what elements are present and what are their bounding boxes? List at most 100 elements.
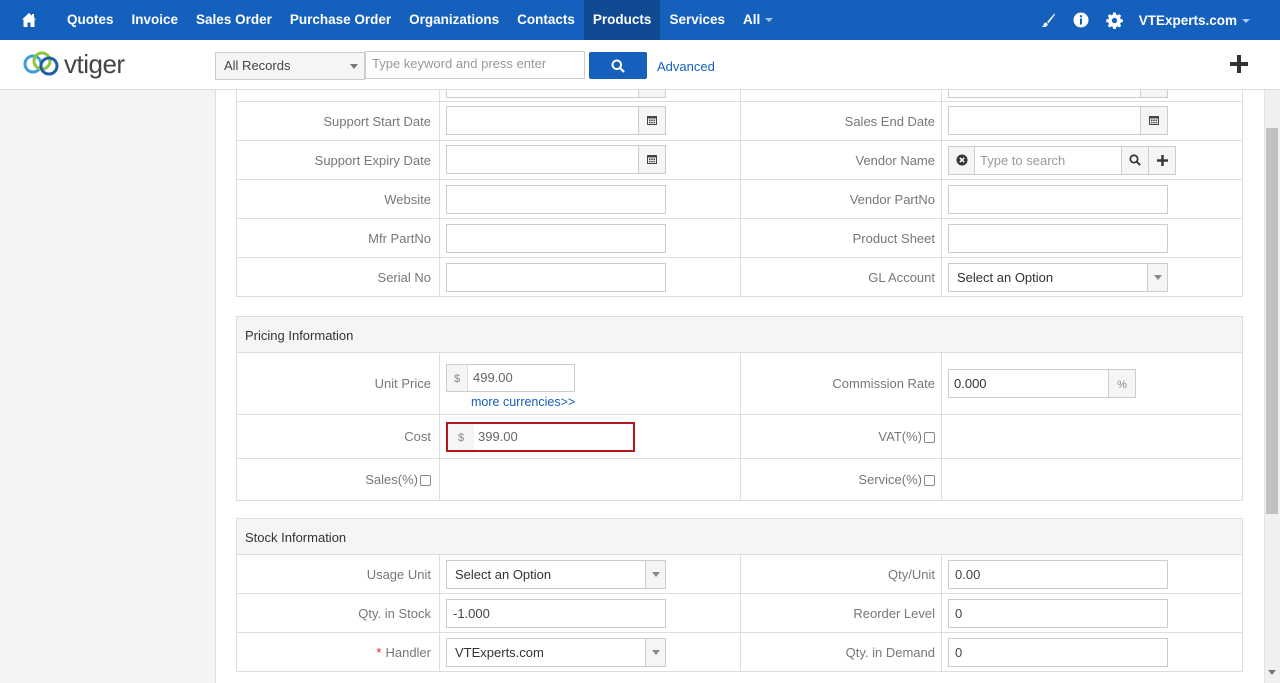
scrollbar-thumb[interactable] [1266, 128, 1278, 514]
usage-unit-select[interactable]: Select an Option [446, 559, 666, 589]
gl-account-value: Select an Option [957, 269, 1054, 285]
gear-icon[interactable] [1098, 0, 1131, 40]
nav-products[interactable]: Products [583, 0, 661, 40]
global-search-input[interactable]: Type keyword and press enter [365, 51, 585, 79]
gl-account-select[interactable]: Select an Option [948, 262, 1168, 292]
pricing-table: Unit Price $499.00 more currencies>> Com… [236, 352, 1243, 501]
website-label: Website [236, 179, 440, 219]
scroll-down-arrow-icon[interactable] [1268, 670, 1276, 675]
add-record-plus-icon[interactable] [1228, 53, 1250, 75]
more-currencies-link[interactable]: more currencies>> [471, 395, 740, 409]
gl-account-label: GL Account [740, 257, 942, 297]
commission-rate-value: 0.000 [954, 376, 987, 391]
nav-all-label: All [743, 12, 761, 27]
previous-date-field[interactable] [446, 90, 666, 98]
previous-date-field[interactable] [948, 90, 1168, 98]
usage-unit-label: Usage Unit [236, 554, 440, 594]
nav-sales-order[interactable]: Sales Order [187, 0, 281, 40]
vendor-name-field: Type to search [948, 145, 1176, 175]
qty-unit-input[interactable]: 0.00 [948, 559, 1168, 589]
nav-purchase-order[interactable]: Purchase Order [281, 0, 400, 40]
vendor-name-label: Vendor Name [740, 140, 942, 180]
vendor-search-input[interactable]: Type to search [975, 147, 1121, 174]
required-marker: * [376, 644, 382, 660]
brush-icon[interactable] [1032, 0, 1065, 40]
records-filter-value: All Records [224, 58, 291, 73]
serial-no-input[interactable] [446, 262, 666, 292]
cost-field[interactable]: $399.00 [446, 421, 635, 452]
dropdown-arrow-icon [645, 638, 665, 666]
calendar-icon[interactable] [1140, 106, 1167, 134]
support-start-date-label: Support Start Date [236, 101, 440, 141]
usage-unit-value: Select an Option [455, 566, 552, 582]
commission-rate-field[interactable]: 0.000% [948, 369, 1136, 398]
home-icon[interactable] [0, 0, 58, 40]
nav-all-menu[interactable]: All [734, 0, 782, 40]
nav-organizations[interactable]: Organizations [400, 0, 508, 40]
clear-vendor-icon[interactable] [949, 146, 975, 174]
handler-value: VTExperts.com [455, 644, 544, 660]
top-navigation-bar: Quotes Invoice Sales Order Purchase Orde… [0, 0, 1280, 40]
dropdown-arrow-icon [1147, 263, 1167, 291]
calendar-icon[interactable] [638, 145, 665, 173]
mfr-partno-label: Mfr PartNo [236, 218, 440, 258]
nav-invoice[interactable]: Invoice [123, 0, 188, 40]
cost-label: Cost [236, 414, 440, 459]
cost-value: 399.00 [478, 428, 518, 444]
nav-services[interactable]: Services [660, 0, 734, 40]
service-tax-checkbox[interactable] [924, 475, 935, 487]
dropdown-arrow-icon [350, 64, 358, 69]
search-button[interactable] [589, 52, 647, 79]
handler-select[interactable]: VTExperts.com [446, 637, 666, 667]
vendor-partno-label: Vendor PartNo [740, 179, 942, 219]
nav-quotes[interactable]: Quotes [58, 0, 123, 40]
search-icon [611, 59, 625, 73]
chevron-down-icon [1242, 18, 1250, 23]
vat-checkbox[interactable] [924, 432, 935, 444]
currency-symbol: $ [447, 364, 468, 391]
reorder-level-input[interactable]: 0 [948, 598, 1168, 628]
qty-in-stock-input[interactable]: -1.000 [446, 598, 666, 628]
stock-table: Usage Unit Select an Option Qty/Unit 0.0… [236, 554, 1243, 672]
sales-tax-checkbox[interactable] [420, 475, 431, 487]
support-expiry-date-field[interactable] [446, 144, 666, 174]
vendor-partno-input[interactable] [948, 184, 1168, 214]
product-edit-form: Support Start Date Sales End Date Suppor… [216, 90, 1264, 683]
unit-price-value: 499.00 [473, 369, 513, 385]
vat-label: VAT(%) [878, 429, 922, 444]
add-vendor-plus-icon[interactable] [1148, 146, 1175, 174]
reorder-level-label: Reorder Level [740, 593, 942, 633]
records-filter-select[interactable]: All Records [215, 52, 365, 80]
website-input[interactable] [446, 184, 666, 214]
currency-symbol: $ [448, 423, 474, 450]
handler-label: Handler [385, 644, 431, 660]
qty-in-demand-input[interactable]: 0 [948, 637, 1168, 667]
dropdown-arrow-icon [645, 560, 665, 588]
user-name: VTExperts.com [1138, 12, 1237, 28]
unit-price-field[interactable]: $499.00 [446, 363, 575, 392]
pricing-section-header: Pricing Information [236, 316, 1243, 352]
commission-rate-label: Commission Rate [740, 352, 942, 415]
logo-text: vtiger [64, 48, 125, 79]
vtiger-logo[interactable]: vtiger [22, 48, 125, 80]
search-bar: vtiger All Records Type keyword and pres… [0, 40, 1280, 90]
sales-tax-label: Sales(%) [365, 472, 418, 487]
sales-end-date-label: Sales End Date [740, 101, 942, 141]
stock-section-header: Stock Information [236, 518, 1243, 554]
mfr-partno-input[interactable] [446, 223, 666, 253]
support-start-date-field[interactable] [446, 105, 666, 135]
qty-in-stock-label: Qty. in Stock [236, 593, 440, 633]
service-tax-label: Service(%) [858, 472, 922, 487]
calendar-icon[interactable] [638, 106, 665, 134]
sales-end-date-field[interactable] [948, 105, 1168, 135]
info-icon[interactable] [1065, 0, 1098, 40]
user-menu[interactable]: VTExperts.com [1131, 13, 1280, 28]
advanced-search-link[interactable]: Advanced [657, 59, 715, 74]
chevron-down-icon [765, 18, 774, 23]
nav-contacts[interactable]: Contacts [508, 0, 584, 40]
left-sidebar [0, 90, 216, 683]
qty-in-demand-label: Qty. in Demand [740, 632, 942, 672]
percent-symbol: % [1108, 370, 1135, 397]
product-sheet-input[interactable] [948, 223, 1168, 253]
search-icon[interactable] [1121, 146, 1148, 174]
